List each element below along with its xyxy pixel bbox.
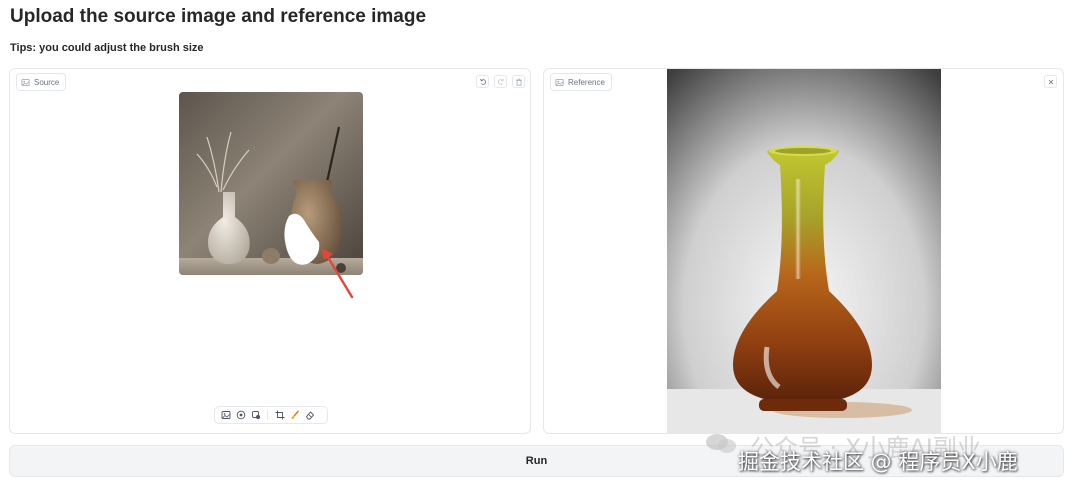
layers-tool[interactable] (250, 410, 261, 421)
eraser-tool[interactable] (304, 410, 315, 421)
clear-button[interactable] (512, 75, 525, 88)
webcam-tool[interactable] (235, 410, 246, 421)
crop-tool[interactable] (274, 410, 285, 421)
run-button[interactable]: Run (9, 445, 1064, 477)
paint-icon (236, 410, 245, 420)
close-icon (1048, 79, 1053, 84)
tips-text: Tips: you could adjust the brush size (10, 42, 204, 54)
source-label-text: Source (34, 77, 60, 87)
upload-image-tool[interactable] (220, 410, 231, 421)
reference-label-text: Reference (568, 77, 605, 87)
red-arrow-annotation (321, 248, 354, 299)
brush-toolbar (214, 406, 328, 424)
toolbar-divider (267, 410, 268, 420)
crop-icon (275, 410, 284, 420)
undo-icon (479, 78, 486, 85)
redo-icon (497, 78, 504, 85)
image-icon (555, 78, 564, 86)
reference-image (667, 69, 941, 434)
page-title: Upload the source image and reference im… (10, 6, 427, 27)
undo-button[interactable] (476, 75, 489, 88)
reference-label: Reference (550, 73, 612, 91)
image-icon (21, 78, 30, 86)
source-image-editor[interactable]: Source (9, 68, 531, 434)
amber-vase-image (667, 69, 941, 434)
eraser-icon (305, 411, 314, 420)
brush-tool[interactable] (289, 410, 300, 421)
brush-icon (291, 410, 299, 419)
layers-icon (251, 411, 260, 419)
image-icon (221, 411, 230, 419)
redo-button[interactable] (494, 75, 507, 88)
source-label: Source (16, 73, 67, 91)
remove-reference-button[interactable] (1044, 75, 1057, 88)
reference-image-upload[interactable]: Reference (543, 68, 1064, 434)
trash-icon (515, 78, 522, 86)
